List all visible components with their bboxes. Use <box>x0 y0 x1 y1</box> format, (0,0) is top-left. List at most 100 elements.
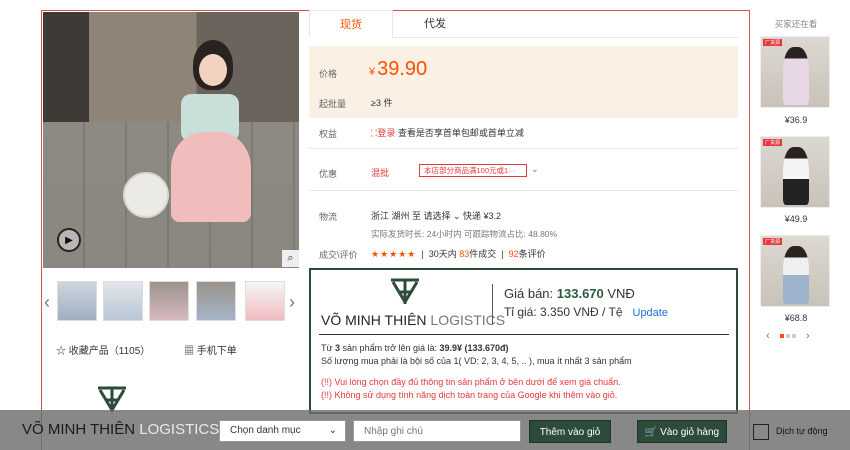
rights-row: ⛶登录 查看是否享首单包邮或首单立减 <box>371 126 524 139</box>
pager-dot[interactable] <box>791 334 796 339</box>
reviews-period: 30天内 <box>428 249 457 259</box>
chevron-down-icon: ⌄ <box>328 425 337 436</box>
rating-stars: ★★★★★ <box>371 249 417 259</box>
thumb-next-icon[interactable]: › <box>289 292 295 313</box>
moq-value: ≥3 件 <box>371 98 393 108</box>
brand-light: LOGISTICS <box>135 421 220 438</box>
qr-icon: ▦ <box>184 346 194 357</box>
go-to-cart-button[interactable]: 🛒 Vào giỏ hàng <box>637 420 727 443</box>
mobile-order[interactable]: ▦ 手机下单 <box>184 342 237 357</box>
tab-bar: 现货 代发 <box>309 10 738 38</box>
sold-count: 83 <box>459 249 470 259</box>
promo-label: 优惠 <box>319 169 338 179</box>
chevron-down-icon[interactable]: ⌄ <box>531 164 539 175</box>
image-background <box>43 12 299 122</box>
recommend-item[interactable]: 厂货源 <box>760 36 830 108</box>
promo-tag[interactable]: 本店部分商品满100元或1··· <box>419 164 527 177</box>
collect-label: 收藏产品（1105） <box>68 346 151 357</box>
price-label: 价格 <box>319 69 338 79</box>
category-select-value: Chọn danh mục <box>230 425 301 436</box>
sidebar-title: 买家还在看 <box>774 19 818 29</box>
logistics-stats: 实际发货时长: 24小时内 可跟踪物流占比: 48.80% <box>371 229 558 239</box>
source-badge: 厂货源 <box>763 139 783 146</box>
chevron-left-icon[interactable]: ‹ <box>766 330 770 342</box>
price-number: 39.90 <box>377 58 428 80</box>
vnd-price-value: 133.670 <box>556 286 604 301</box>
divider <box>319 334 729 335</box>
mobile-label: 手机下单 <box>196 346 237 357</box>
login-link[interactable]: 登录 <box>377 128 395 138</box>
tab-dropship[interactable]: 代发 <box>393 10 477 38</box>
line1-pre: Từ <box>321 343 336 353</box>
recommend-item[interactable]: 厂货源 <box>760 136 830 208</box>
review-count[interactable]: 92 <box>509 249 519 259</box>
price-value: ¥39.90 <box>369 58 427 81</box>
pager-dot[interactable] <box>779 334 784 339</box>
main-product-image[interactable] <box>43 12 299 268</box>
logistics-label: 物流 <box>319 212 338 222</box>
category-select[interactable]: Chọn danh mục ⌄ <box>219 420 346 442</box>
rights-text: 查看是否享首单包邮或首单立减 <box>397 128 524 138</box>
recommend-price: ¥49.9 <box>784 214 808 224</box>
reviews-label: 成交\评价 <box>319 250 358 260</box>
warning-line: (!!) Vui lòng chọn đầy đủ thông tin sản … <box>321 377 621 387</box>
magnifier-icon[interactable]: ⌕ <box>282 250 299 267</box>
recommend-item[interactable]: 厂货源 <box>760 235 830 307</box>
tab-in-stock[interactable]: 现货 <box>309 10 393 38</box>
product-shape <box>783 147 809 205</box>
rate-label: Tỉ giá: 3.350 VNĐ / Tệ <box>504 305 623 319</box>
brand-strong: VÕ MINH THIÊN <box>22 421 136 438</box>
auto-translate-checkbox[interactable] <box>753 424 769 440</box>
bottom-action-bar: VÕ MINH THIÊN LOGISTICS Chọn danh mục ⌄ T… <box>0 410 850 450</box>
thumbnail[interactable] <box>149 281 189 321</box>
sidebar-pager: ‹ › <box>766 330 828 342</box>
vmt-logo-icon <box>391 278 419 304</box>
thumbnail[interactable] <box>196 281 236 321</box>
currency-symbol: ¥ <box>369 66 376 78</box>
moq-label: 起批量 <box>319 99 347 109</box>
thumbnail[interactable] <box>245 281 285 321</box>
brand-light: LOGISTICS <box>426 312 506 328</box>
recommend-price: ¥68.8 <box>784 313 808 323</box>
quantity-rule-line: Số lượng mua phải là bội số của 1( VD: 2… <box>321 356 632 366</box>
pager-dot[interactable] <box>785 334 790 339</box>
chevron-right-icon[interactable]: › <box>806 330 810 342</box>
girl-face-shape <box>199 54 227 86</box>
rights-label: 权益 <box>319 129 338 139</box>
thumbnail[interactable] <box>103 281 143 321</box>
logistics-line[interactable]: 浙江 湖州 至 请选择 ⌄ 快递 ¥3.2 <box>371 209 501 222</box>
line1-mid: sản phẩm trở lên giá là: <box>340 343 440 353</box>
source-badge: 厂货源 <box>763 238 783 245</box>
promo-type: 混批 <box>371 168 390 178</box>
exchange-rate: Tỉ giá: 3.350 VNĐ / Tệ Update <box>504 305 668 319</box>
price-label: Giá bán: <box>504 286 557 301</box>
divider <box>309 148 738 149</box>
play-icon[interactable]: ▶ <box>57 228 81 252</box>
divider <box>492 284 493 324</box>
source-badge: 厂货源 <box>763 39 783 46</box>
vnd-price: Giá bán: 133.670 VNĐ <box>504 286 635 301</box>
sold-label: 件成交 <box>469 249 497 259</box>
brand-strong: VÕ MINH THIÊN <box>321 312 427 328</box>
recommend-price: ¥36.9 <box>784 115 808 125</box>
girl-dress-shape <box>171 132 251 222</box>
star-icon: ☆ <box>56 346 66 357</box>
collect-product[interactable]: ☆ 收藏产品（1105） <box>56 342 150 357</box>
product-shape <box>783 47 809 105</box>
note-input[interactable] <box>353 420 521 442</box>
vmt-pricing-panel: VÕ MINH THIÊN LOGISTICS Giá bán: 133.670… <box>309 268 738 414</box>
fan-shape <box>123 172 169 218</box>
line1-price: 39.9¥ (133.670đ) <box>439 343 509 353</box>
thumbnail[interactable] <box>57 281 97 321</box>
review-label: 条评价 <box>518 249 546 259</box>
thumb-prev-icon[interactable]: ‹ <box>44 292 50 313</box>
bar-brand: VÕ MINH THIÊN LOGISTICS <box>22 421 219 438</box>
update-link[interactable]: Update <box>633 307 668 319</box>
vmt-brand: VÕ MINH THIÊN LOGISTICS <box>321 312 505 328</box>
product-shape <box>783 246 809 304</box>
warning-line: (!!) Không sử dụng tính năng dịch toàn t… <box>321 390 618 400</box>
price-unit: VNĐ <box>603 286 635 301</box>
add-to-cart-button[interactable]: Thêm vào giỏ <box>529 420 611 443</box>
auto-translate-label: Dịch tự động <box>776 426 828 436</box>
tier-price-line: Từ 3 sản phẩm trở lên giá là: 39.9¥ (133… <box>321 343 509 353</box>
